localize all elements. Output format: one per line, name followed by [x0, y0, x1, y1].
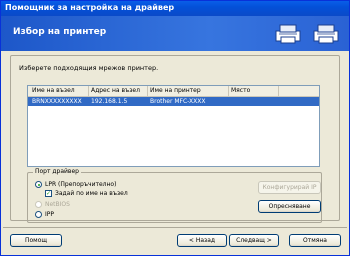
refresh-button[interactable]: Опресняване: [258, 200, 321, 213]
checkbox-use-node-name-label: Задай по име на възел: [55, 190, 128, 197]
cell-node-address: 192.168.1.5: [91, 98, 128, 105]
cell-printer-name: Brother MFC-XXXX: [150, 98, 206, 105]
next-button[interactable]: Следващ >: [229, 234, 279, 247]
checkbox-use-node-name[interactable]: ✓: [45, 190, 52, 197]
radio-lpr-label: LPR (Препоръчително): [45, 181, 117, 188]
network-printer-icon-2: [313, 24, 339, 44]
printer-list-header: Име на възел Адрес на възел Име на принт…: [28, 86, 319, 97]
title-bar[interactable]: Помощник за настройка на драйвер: [1, 1, 349, 16]
column-node-address[interactable]: Адрес на възел: [91, 87, 140, 94]
window-title: Помощник за настройка на драйвер: [5, 3, 175, 12]
page-title: Избор на принтер: [13, 27, 107, 37]
port-driver-legend: Порт драйвер: [33, 168, 81, 175]
column-location[interactable]: Място: [231, 87, 250, 94]
help-button[interactable]: Помощ: [10, 234, 62, 247]
back-button[interactable]: < Назад: [177, 234, 227, 247]
radio-ipp-label: IPP: [45, 211, 55, 218]
radio-ipp[interactable]: [35, 211, 42, 218]
printer-list[interactable]: Име на възел Адрес на възел Име на принт…: [27, 85, 320, 167]
port-driver-group: [27, 172, 322, 223]
footer-divider: [3, 227, 347, 228]
cancel-button[interactable]: Отмяна: [289, 234, 341, 247]
configure-ip-button[interactable]: Конфигурирай IP: [258, 181, 321, 194]
wizard-header: Избор на принтер: [1, 16, 349, 51]
table-row[interactable]: BRNXXXXXXXXX 192.168.1.5 Brother MFC-XXX…: [28, 97, 319, 106]
cell-node-name: BRNXXXXXXXXX: [32, 98, 82, 105]
radio-netbios-label: NetBIOS: [45, 201, 70, 208]
column-printer-name[interactable]: Име на принтер: [150, 87, 201, 94]
column-node-name[interactable]: Име на възел: [32, 87, 75, 94]
instruction-text: Изберете подходящия мрежов принтер.: [19, 64, 159, 72]
radio-lpr[interactable]: [35, 181, 42, 188]
network-printer-icon: [275, 24, 301, 44]
dialog-window: Помощник за настройка на драйвер Избор н…: [0, 0, 350, 256]
radio-netbios[interactable]: [35, 201, 42, 208]
